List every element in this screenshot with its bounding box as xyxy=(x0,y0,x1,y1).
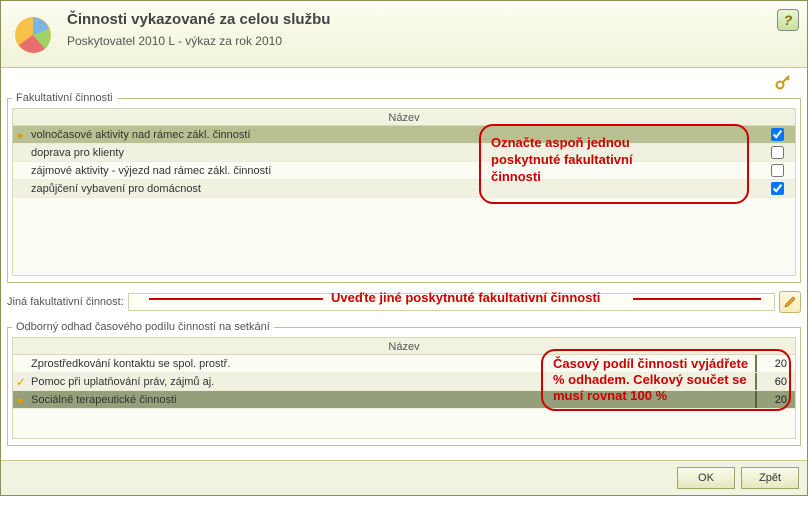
fieldset-odhad: Odborný odhad časového podílu činností n… xyxy=(7,321,801,446)
row-checkbox[interactable] xyxy=(771,128,784,141)
fieldset-legend: Odborný odhad časového podílu činností n… xyxy=(12,321,274,333)
row-name: Zprostředkování kontaktu se spol. prostř… xyxy=(29,358,755,370)
row-name: Pomoc při uplatňování práv, zájmů aj. xyxy=(29,376,755,388)
row-marker-icon: ✓ xyxy=(13,375,29,389)
table-row[interactable]: Zprostředkování kontaktu se spol. prostř… xyxy=(13,355,795,373)
row-value[interactable]: 60 xyxy=(755,373,795,390)
fieldset-fakultativni: Fakultativní činnosti Název ▸volnočasové… xyxy=(7,92,801,283)
dialog-header: Činnosti vykazované za celou službu Posk… xyxy=(1,1,807,68)
dialog-content: Fakultativní činnosti Název ▸volnočasové… xyxy=(1,86,807,460)
table-row[interactable]: ▸Sociálně terapeutické činnosti20 xyxy=(13,391,795,409)
other-activity-field: Jiná fakultativní činnost: xyxy=(7,291,801,313)
table-row[interactable]: zapůjčení vybavení pro domácnost xyxy=(13,180,795,198)
edit-button[interactable] xyxy=(779,291,801,313)
svg-text:?: ? xyxy=(784,12,793,28)
back-button[interactable]: Zpět xyxy=(741,467,799,489)
row-name: doprava pro klienty xyxy=(29,147,665,159)
table-row[interactable]: ▸volnočasové aktivity nad rámec zákl. či… xyxy=(13,126,795,144)
row-name: zájmové aktivity - výjezd nad rámec zákl… xyxy=(29,165,665,177)
dialog-title: Činnosti vykazované za celou službu xyxy=(67,11,330,28)
row-checkbox[interactable] xyxy=(771,146,784,159)
table-row[interactable]: ✓Pomoc při uplatňování práv, zájmů aj.60 xyxy=(13,373,795,391)
row-value[interactable]: 20 xyxy=(755,355,795,372)
row-marker-icon: ▸ xyxy=(13,393,29,407)
row-name: Sociálně terapeutické činnosti xyxy=(29,394,755,406)
row-value[interactable]: 20 xyxy=(755,391,795,408)
other-activity-label: Jiná fakultativní činnost: xyxy=(7,296,124,308)
row-checkbox[interactable] xyxy=(771,164,784,177)
table-row[interactable]: zájmové aktivity - výjezd nad rámec zákl… xyxy=(13,162,795,180)
dialog-footer: OK Zpět xyxy=(1,460,807,495)
other-activity-input[interactable] xyxy=(128,293,775,311)
table-row[interactable]: doprava pro klienty xyxy=(13,144,795,162)
dialog-window: Činnosti vykazované za celou službu Posk… xyxy=(0,0,808,496)
dialog-subtitle: Poskytovatel 2010 L - výkaz za rok 2010 xyxy=(67,34,330,48)
help-button[interactable]: ? xyxy=(777,9,799,31)
ok-button[interactable]: OK xyxy=(677,467,735,489)
grid-column-header: Název xyxy=(12,108,796,126)
grid-column-header: Název xyxy=(12,337,796,355)
row-checkbox[interactable] xyxy=(771,182,784,195)
pie-chart-icon xyxy=(11,9,59,57)
fieldset-legend: Fakultativní činnosti xyxy=(12,92,117,104)
row-name: zapůjčení vybavení pro domácnost xyxy=(29,183,665,195)
row-marker-icon: ▸ xyxy=(13,128,29,142)
row-name: volnočasové aktivity nad rámec zákl. čin… xyxy=(29,129,665,141)
